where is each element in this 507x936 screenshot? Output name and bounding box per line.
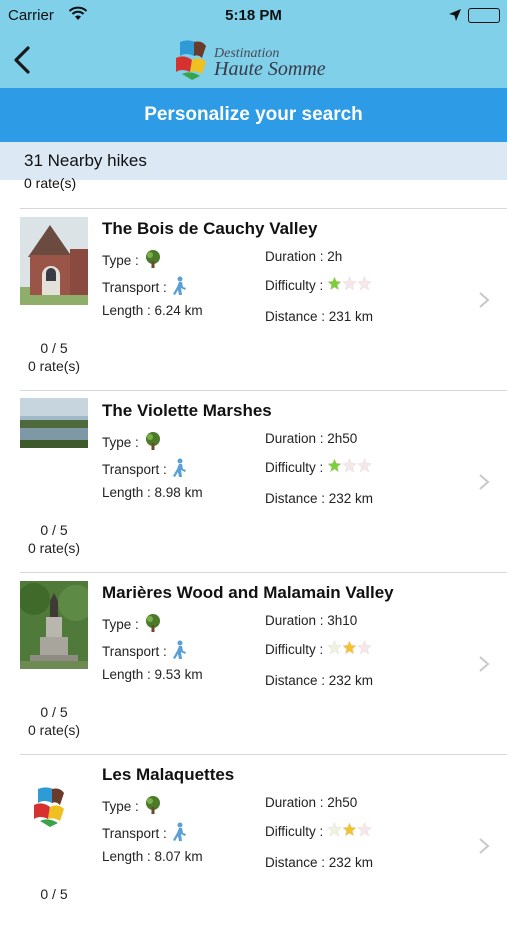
difficulty-stars [327, 822, 373, 840]
hike-thumbnail [20, 217, 88, 305]
hike-distance: Distance : 232 km [265, 491, 374, 506]
hike-title: The Violette Marshes [102, 401, 272, 420]
hike-score: 0 / 5 [40, 886, 68, 902]
personalize-search-button[interactable]: Personalize your search [0, 88, 507, 142]
transport-label: Transport : [102, 280, 167, 295]
brand-mark-icon [176, 40, 206, 80]
type-label: Type : [102, 799, 139, 814]
hike-title: The Bois de Cauchy Valley [102, 219, 318, 238]
tree-icon [143, 795, 163, 818]
type-label: Type : [102, 253, 139, 268]
hike-score: 0 / 5 [40, 340, 68, 356]
hike-list: The Bois de Cauchy Valley Type : Transport… [0, 208, 507, 936]
hike-duration: Duration : 3h10 [265, 613, 358, 628]
hike-rates: 0 rate(s) [27, 358, 81, 374]
hike-rates: 0 rate(s) [27, 540, 81, 556]
transport-row: Transport : [102, 458, 189, 481]
chevron-right-icon [478, 473, 490, 496]
type-label: Type : [102, 617, 139, 632]
hike-length: Length : 8.07 km [102, 849, 203, 864]
hike-score: 0 / 5 [40, 704, 68, 720]
battery-icon [468, 8, 500, 23]
transport-row: Transport : [102, 640, 189, 663]
difficulty-label: Difficulty : [265, 823, 324, 839]
hike-length: Length : 6.24 km [102, 303, 203, 318]
hike-score: 0 / 5 [40, 522, 68, 538]
location-arrow-icon [448, 8, 462, 26]
chevron-right-icon [478, 837, 490, 860]
brand-line2: Haute Somme [214, 58, 326, 80]
difficulty-star-icon [327, 640, 343, 658]
partial-rate-text: 0 rate(s) [24, 178, 77, 191]
hike-thumbnail [20, 763, 88, 851]
transport-row: Transport : [102, 822, 189, 845]
navigation-bar: Destination Haute Somme [0, 32, 507, 88]
difficulty-star-icon [342, 640, 358, 658]
type-label: Type : [102, 435, 139, 450]
type-row: Type : [102, 249, 163, 272]
chevron-right-icon [478, 291, 490, 314]
difficulty-stars [327, 640, 373, 658]
difficulty-star-icon [327, 822, 343, 840]
hike-length: Length : 9.53 km [102, 667, 203, 682]
difficulty-label: Difficulty : [265, 459, 324, 475]
brand-logo: Destination Haute Somme [172, 36, 342, 84]
hike-duration: Duration : 2h [265, 249, 343, 264]
difficulty-star-icon [327, 458, 343, 476]
results-count: 31 Nearby hikes [0, 142, 507, 180]
difficulty-star-icon [342, 822, 358, 840]
difficulty-star-icon [357, 276, 373, 294]
difficulty-stars [327, 276, 373, 294]
hike-rates: 0 rate(s) [27, 722, 81, 738]
hike-duration: Duration : 2h50 [265, 431, 358, 446]
tree-icon [143, 431, 163, 454]
hike-card[interactable]: The Violette Marshes Type : Transport : Len… [20, 390, 507, 572]
walker-icon [171, 640, 189, 663]
difficulty-row: Difficulty : [265, 458, 373, 476]
hike-card[interactable]: The Bois de Cauchy Valley Type : Transport… [20, 208, 507, 390]
clock: 5:18 PM [225, 7, 282, 24]
hike-distance: Distance : 232 km [265, 855, 374, 870]
transport-label: Transport : [102, 462, 167, 477]
hike-card[interactable]: Les Malaquettes Type : Transport : Length :… [20, 754, 507, 936]
transport-label: Transport : [102, 826, 167, 841]
walker-icon [171, 822, 189, 845]
difficulty-star-icon [327, 276, 343, 294]
hike-length: Length : 8.98 km [102, 485, 203, 500]
difficulty-star-icon [342, 276, 358, 294]
status-bar: Carrier 5:18 PM [0, 0, 507, 32]
walker-icon [171, 276, 189, 299]
hike-distance: Distance : 231 km [265, 309, 374, 324]
transport-row: Transport : [102, 276, 189, 299]
difficulty-star-icon [357, 822, 373, 840]
difficulty-star-icon [357, 458, 373, 476]
hike-duration: Duration : 2h50 [265, 795, 358, 810]
type-row: Type : [102, 613, 163, 636]
tree-icon [143, 249, 163, 272]
difficulty-row: Difficulty : [265, 822, 373, 840]
hike-title: Les Malaquettes [102, 765, 235, 784]
difficulty-label: Difficulty : [265, 277, 324, 293]
difficulty-label: Difficulty : [265, 641, 324, 657]
tree-icon [143, 613, 163, 636]
back-button[interactable] [8, 40, 42, 80]
hike-card[interactable]: Marières Wood and Malamain Valley Type : T… [20, 572, 507, 754]
difficulty-star-icon [357, 640, 373, 658]
chevron-left-icon [14, 46, 30, 74]
walker-icon [171, 458, 189, 481]
hike-distance: Distance : 232 km [265, 673, 374, 688]
difficulty-star-icon [342, 458, 358, 476]
type-row: Type : [102, 431, 163, 454]
difficulty-row: Difficulty : [265, 276, 373, 294]
hike-title: Marières Wood and Malamain Valley [102, 583, 394, 602]
difficulty-row: Difficulty : [265, 640, 373, 658]
transport-label: Transport : [102, 644, 167, 659]
difficulty-stars [327, 458, 373, 476]
hike-thumbnail [20, 581, 88, 669]
hike-thumbnail [20, 398, 88, 448]
type-row: Type : [102, 795, 163, 818]
chevron-right-icon [478, 655, 490, 678]
